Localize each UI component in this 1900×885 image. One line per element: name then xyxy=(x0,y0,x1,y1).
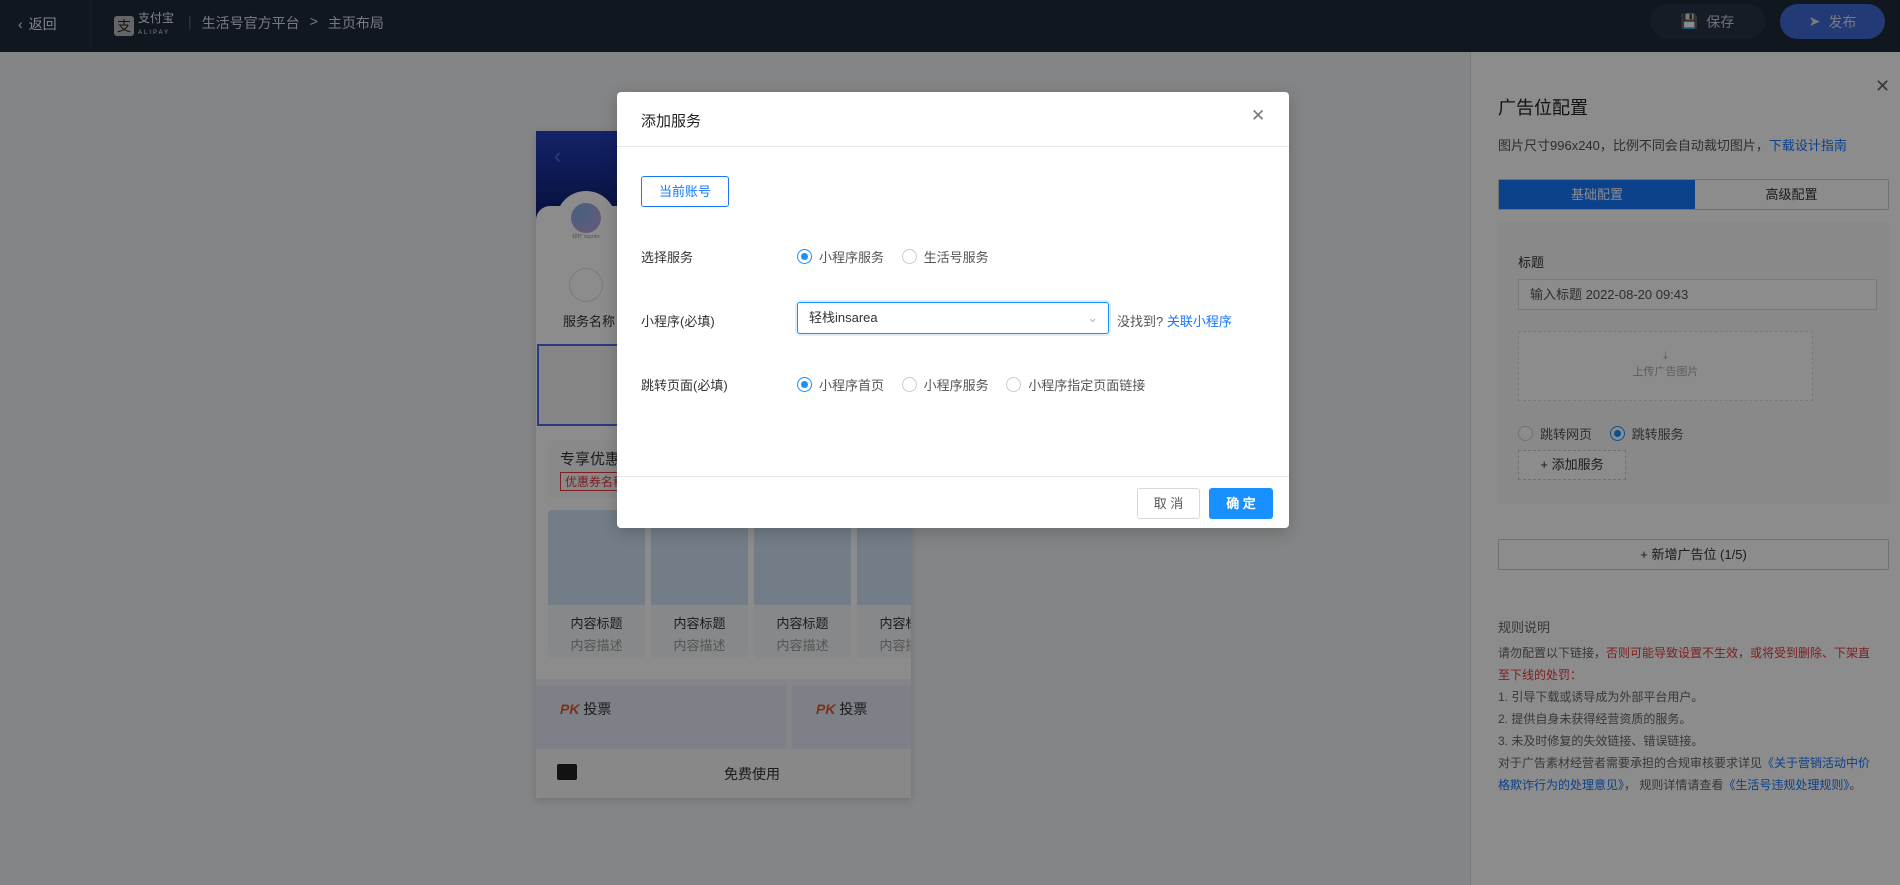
jump-page-label: 跳转页面(必填) xyxy=(641,378,728,393)
radio-miniapp-service[interactable]: 小程序服务 xyxy=(797,247,884,266)
radio-label: 小程序服务 xyxy=(819,250,885,265)
radio-label: 小程序服务 xyxy=(923,378,989,393)
close-icon[interactable]: ✕ xyxy=(1251,106,1265,126)
service-type-group: 小程序服务 生活号服务 xyxy=(797,247,1003,267)
radio-custom-page-link[interactable]: 小程序指定页面链接 xyxy=(1006,375,1145,394)
radio-life-service[interactable]: 生活号服务 xyxy=(901,247,989,266)
jump-page-group: 小程序首页 小程序服务 小程序指定页面链接 xyxy=(797,375,1159,395)
radio-circle xyxy=(1006,377,1022,392)
add-service-dialog: 添加服务 ✕ 当前账号 选择服务 小程序服务 生活号服务 小程序(必填) 轻栈i… xyxy=(617,92,1289,528)
radio-label: 小程序指定页面链接 xyxy=(1028,378,1146,393)
miniapp-value: 轻栈insarea xyxy=(809,310,878,325)
radio-miniapp-home[interactable]: 小程序首页 xyxy=(797,375,884,394)
divider xyxy=(617,146,1289,147)
current-account-button[interactable]: 当前账号 xyxy=(641,176,729,207)
divider xyxy=(617,476,1289,477)
link-miniapp-link[interactable]: 关联小程序 xyxy=(1167,314,1232,329)
dialog-title: 添加服务 xyxy=(641,113,702,130)
miniapp-label: 小程序(必填) xyxy=(641,314,715,329)
radio-circle xyxy=(901,377,917,392)
radio-label: 生活号服务 xyxy=(923,250,989,265)
cancel-button[interactable]: 取 消 xyxy=(1137,488,1200,519)
miniapp-select[interactable]: 轻栈insarea ⌄ xyxy=(797,302,1109,334)
confirm-button[interactable]: 确 定 xyxy=(1209,488,1273,519)
not-found-text: 没找到? xyxy=(1117,314,1164,329)
chevron-down-icon: ⌄ xyxy=(1087,310,1098,325)
radio-circle xyxy=(797,377,812,392)
radio-circle xyxy=(797,249,812,264)
service-type-label: 选择服务 xyxy=(641,250,694,265)
radio-circle xyxy=(901,249,917,264)
radio-label: 小程序首页 xyxy=(819,378,885,393)
radio-miniapp-service-page[interactable]: 小程序服务 xyxy=(901,375,989,394)
